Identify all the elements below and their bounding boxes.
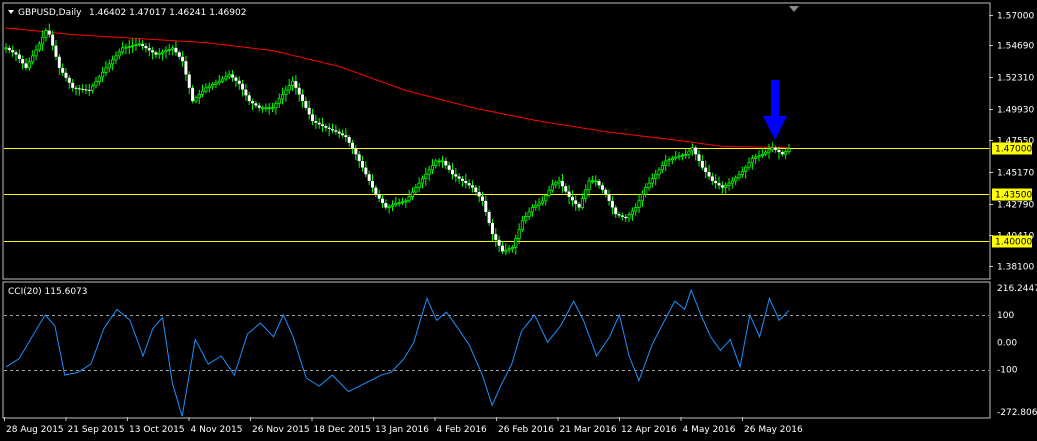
date-tick-label: 4 May 2016 (683, 425, 736, 435)
date-tick-label: 4 Feb 2016 (437, 425, 488, 435)
level-tag-label: 1.40000 (995, 238, 1032, 248)
price-tick-label: 1.52310 (997, 74, 1034, 84)
cci-tick-label: -272.8061 (997, 408, 1037, 418)
cci-tick-label: 100 (997, 311, 1014, 321)
level-tag-label: 1.47000 (995, 145, 1032, 155)
price-tick-label: 1.38100 (997, 263, 1034, 273)
price-tick-label: 1.49930 (997, 106, 1034, 116)
date-tick-label: 13 Jan 2016 (375, 425, 429, 435)
date-tick-label: 18 Dec 2015 (314, 425, 372, 435)
price-tick-label: 1.57000 (997, 12, 1034, 22)
cci-label: CCI(20) 115.6073 (8, 287, 88, 297)
level-tag-label: 1.43500 (995, 191, 1032, 201)
date-tick-label: 26 Nov 2015 (252, 425, 310, 435)
date-tick-label: 21 Mar 2016 (560, 425, 617, 435)
date-tick-label: 26 Feb 2016 (498, 425, 554, 435)
symbol-label: GBPUSD,Daily (18, 8, 82, 18)
chart-window[interactable]: GBPUSD,Daily 1.46402 1.47017 1.46241 1.4… (0, 0, 1037, 441)
cci-tick-label: -100 (997, 366, 1018, 376)
price-tick-label: 1.54690 (997, 42, 1034, 52)
cci-tick-label: 0.00 (997, 338, 1017, 348)
ohlc-readout: 1.46402 1.47017 1.46241 1.46902 (89, 8, 246, 18)
chart-background (0, 0, 1037, 441)
cci-tick-label: 216.2447 (997, 284, 1037, 294)
date-tick-label: 28 Aug 2015 (6, 425, 64, 435)
date-tick-label: 26 May 2016 (744, 425, 803, 435)
date-tick-label: 13 Oct 2015 (129, 425, 185, 435)
date-tick-label: 12 Apr 2016 (621, 425, 677, 435)
price-tick-label: 1.42790 (997, 201, 1034, 211)
date-tick-label: 4 Nov 2015 (191, 425, 243, 435)
price-tick-label: 1.45170 (997, 169, 1034, 179)
date-tick-label: 21 Sep 2015 (68, 425, 125, 435)
